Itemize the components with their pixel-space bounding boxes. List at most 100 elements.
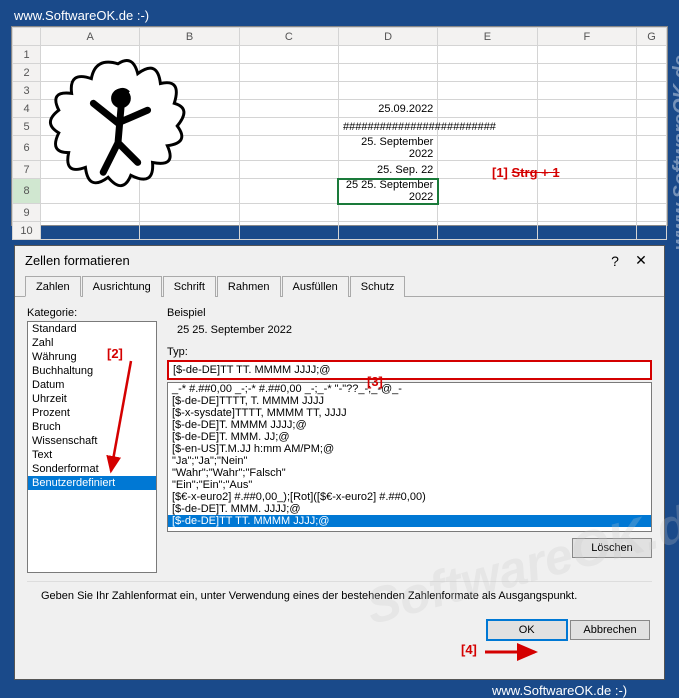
format-item[interactable]: [$€-x-euro2] #.##0,00_);[Rot]([$€-x-euro… [168,491,651,503]
cell[interactable] [438,46,537,64]
format-item[interactable]: "Wahr";"Wahr";"Falsch" [168,467,651,479]
tab-schutz[interactable]: Schutz [350,276,406,297]
category-item[interactable]: Datum [28,378,156,392]
cell[interactable] [140,222,239,240]
col-G[interactable]: G [637,28,667,46]
help-icon[interactable]: ? [602,253,628,269]
cell[interactable] [438,136,537,161]
cell[interactable] [537,64,636,82]
row-header[interactable]: 7 [13,161,41,179]
cell[interactable] [637,82,667,100]
cell[interactable] [537,179,636,204]
row-header[interactable]: 4 [13,100,41,118]
row-header[interactable]: 6 [13,136,41,161]
category-list[interactable]: StandardZahlWährungBuchhaltungDatumUhrze… [27,321,157,573]
cell[interactable] [438,179,537,204]
format-item[interactable]: [$-de-DE]TTTT, T. MMMM JJJJ [168,395,651,407]
cell[interactable] [41,222,140,240]
cancel-button[interactable]: Abbrechen [570,620,650,640]
cell[interactable]: 25 25. September 2022 [338,179,437,204]
format-item[interactable]: "Ja";"Ja";"Nein" [168,455,651,467]
cell[interactable] [637,204,667,222]
cell[interactable] [338,46,437,64]
cell[interactable] [438,64,537,82]
delete-button[interactable]: Löschen [572,538,652,558]
tab-schrift[interactable]: Schrift [163,276,216,297]
cell[interactable] [637,222,667,240]
cell[interactable] [239,82,338,100]
cell[interactable] [637,100,667,118]
category-item[interactable]: Prozent [28,406,156,420]
cell[interactable] [239,161,338,179]
cell[interactable] [637,46,667,64]
cell[interactable] [239,118,338,136]
cell[interactable] [140,204,239,222]
cell[interactable] [537,100,636,118]
col-F[interactable]: F [537,28,636,46]
cell[interactable] [338,204,437,222]
category-item[interactable]: Bruch [28,420,156,434]
row-header[interactable]: 2 [13,64,41,82]
tab-rahmen[interactable]: Rahmen [217,276,281,297]
cell[interactable] [537,204,636,222]
cell[interactable]: ######################### [338,118,437,136]
cell[interactable] [338,222,437,240]
cell[interactable] [239,204,338,222]
cell[interactable] [537,222,636,240]
cell[interactable] [438,82,537,100]
cell[interactable] [637,161,667,179]
cell[interactable] [239,222,338,240]
cell[interactable] [537,82,636,100]
cell[interactable] [438,222,537,240]
row-header[interactable]: 3 [13,82,41,100]
row-header[interactable]: 1 [13,46,41,64]
col-E[interactable]: E [438,28,537,46]
format-list[interactable]: _-* #.##0,00 _-;-* #.##0,00 _-;_-* "-"??… [167,382,652,532]
cell[interactable] [637,179,667,204]
tab-ausrichtung[interactable]: Ausrichtung [82,276,162,297]
format-item[interactable]: [$-en-US]T.M.JJ h:mm AM/PM;@ [168,443,651,455]
row-header[interactable]: 9 [13,204,41,222]
cell[interactable] [41,204,140,222]
col-B[interactable]: B [140,28,239,46]
cell[interactable] [239,136,338,161]
tab-ausfüllen[interactable]: Ausfüllen [282,276,349,297]
format-item[interactable]: [$-de-DE]TT TT. MMMM JJJJ;@ [168,515,651,527]
format-item[interactable]: [$-de-DE]T. MMMM JJJJ;@ [168,419,651,431]
format-item[interactable]: _-* #.##0,00 _-;-* #.##0,00 _-;_-* "-"??… [168,383,651,395]
cell[interactable]: 25. Sep. 22 [338,161,437,179]
cell[interactable] [537,118,636,136]
cell[interactable] [537,136,636,161]
cell[interactable] [637,118,667,136]
col-D[interactable]: D [338,28,437,46]
close-icon[interactable]: ✕ [628,252,654,269]
category-item[interactable]: Standard [28,322,156,336]
ok-button[interactable]: OK [487,620,567,640]
category-item[interactable]: Buchhaltung [28,364,156,378]
cell[interactable] [239,64,338,82]
col-C[interactable]: C [239,28,338,46]
category-item[interactable]: Text [28,448,156,462]
cell[interactable] [239,100,338,118]
row-header[interactable]: 10 [13,222,41,240]
cell[interactable] [239,179,338,204]
spreadsheet[interactable]: A B C D E F G 1 2 3 4 25.09.2022 [11,26,668,226]
category-item[interactable]: Benutzerdefiniert [28,476,156,490]
cell[interactable]: 25. September 2022 [338,136,437,161]
cell[interactable] [637,136,667,161]
row-header[interactable]: 8 [13,179,41,204]
format-item[interactable]: [$-x-sysdate]TTTT, MMMM TT, JJJJ [168,407,651,419]
category-item[interactable]: Wissenschaft [28,434,156,448]
col-A[interactable]: A [41,28,140,46]
category-item[interactable]: Sonderformat [28,462,156,476]
row-header[interactable]: 5 [13,118,41,136]
cell[interactable] [438,204,537,222]
cell[interactable] [338,64,437,82]
cell[interactable] [438,100,537,118]
tab-zahlen[interactable]: Zahlen [25,276,81,297]
category-item[interactable]: Zahl [28,336,156,350]
cell[interactable] [637,64,667,82]
format-item[interactable]: [$-de-DE]T. MMM. JJ;@ [168,431,651,443]
cell[interactable] [338,82,437,100]
cell[interactable] [239,46,338,64]
